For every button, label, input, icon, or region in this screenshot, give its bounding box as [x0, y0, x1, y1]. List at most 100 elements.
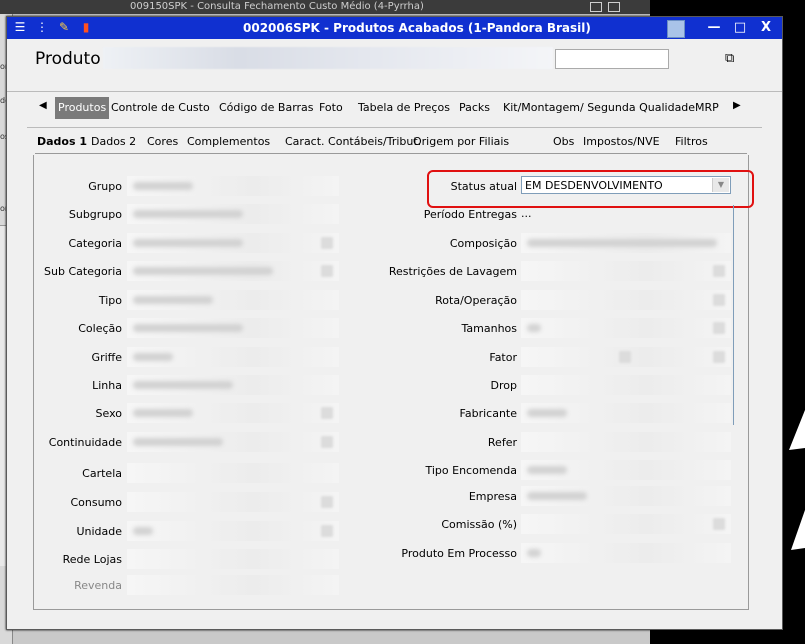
- chevron-down-icon[interactable]: ▼: [712, 178, 729, 192]
- label-comissao: Comissão (%): [441, 518, 517, 531]
- label-sub-categoria: Sub Categoria: [44, 265, 122, 278]
- window-titlebar[interactable]: ☰ ⋮ ✎ ▮ 002006SPK - Produtos Acabados (1…: [7, 17, 782, 39]
- label-rota-operacao: Rota/Operação: [435, 294, 517, 307]
- label-linha: Linha: [92, 379, 122, 392]
- categoria-field[interactable]: [127, 233, 339, 253]
- subtab-impostos-nve[interactable]: Impostos/NVE: [583, 135, 660, 148]
- maximize-button[interactable]: □: [727, 17, 753, 39]
- tamanhos-field[interactable]: [521, 318, 731, 338]
- subtab-obs[interactable]: Obs: [553, 135, 574, 148]
- rede-lojas-field[interactable]: [127, 549, 339, 569]
- label-empresa: Empresa: [468, 490, 517, 503]
- tab-foto[interactable]: Foto: [319, 97, 343, 119]
- main-tabs: ◀ Produtos Controle de Custo Código de B…: [33, 97, 753, 119]
- fator-field[interactable]: [521, 347, 731, 367]
- label-grupo: Grupo: [88, 180, 122, 193]
- tab-mrp[interactable]: MRP: [695, 97, 719, 119]
- label-restricoes-de-lavagem: Restrições de Lavagem: [388, 265, 517, 278]
- rota-operacao-field[interactable]: [521, 290, 731, 310]
- label-fabricante: Fabricante: [459, 407, 517, 420]
- tools-icon[interactable]: ✎: [57, 20, 71, 34]
- subtab-cores[interactable]: Cores: [147, 135, 178, 148]
- continuidade-field[interactable]: [127, 432, 339, 452]
- tab-codigo-de-barras[interactable]: Código de Barras: [219, 97, 314, 119]
- copy-icon[interactable]: ⧉: [725, 51, 734, 66]
- status-atual-select[interactable]: EM DESDENVOLVIMENTO ▼: [521, 176, 731, 194]
- label-status-atual: Status atual: [450, 180, 517, 193]
- unidade-field[interactable]: [127, 521, 339, 541]
- restricoes-de-lavagem-field[interactable]: [521, 261, 731, 281]
- subtab-filtros[interactable]: Filtros: [675, 135, 708, 148]
- tipo-field[interactable]: [127, 290, 339, 310]
- subtab-dados-1[interactable]: Dados 1: [37, 135, 87, 148]
- label-consumo: Consumo: [70, 496, 122, 509]
- window-title: 002006SPK - Produtos Acabados (1-Pandora…: [243, 21, 591, 35]
- tabs-divider: [27, 127, 762, 128]
- label-produto-em-processo: Produto Em Processo: [401, 547, 517, 560]
- label-subgrupo: Subgrupo: [68, 208, 122, 221]
- label-periodo-entregas: Período Entregas: [423, 208, 517, 221]
- label-tamanhos: Tamanhos: [461, 322, 518, 335]
- main-window: ☰ ⋮ ✎ ▮ 002006SPK - Produtos Acabados (1…: [6, 16, 783, 630]
- grupo-field[interactable]: [127, 176, 339, 196]
- linha-field[interactable]: [127, 375, 339, 395]
- label-revenda: Revenda: [74, 579, 122, 592]
- minimize-button[interactable]: —: [701, 17, 727, 39]
- subtabs-divider: [35, 153, 747, 154]
- background-window-title: 009150SPK - Consulta Fechamento Custo Mé…: [130, 1, 424, 12]
- refer-field[interactable]: [521, 432, 731, 452]
- tipo-encomenda-field[interactable]: [521, 460, 731, 480]
- label-drop: Drop: [490, 379, 517, 392]
- menu-icon[interactable]: ☰: [13, 20, 27, 34]
- label-griffe: Griffe: [91, 351, 122, 364]
- close-button[interactable]: X: [753, 17, 779, 39]
- colecao-field[interactable]: [127, 318, 339, 338]
- comissao-field[interactable]: [521, 514, 731, 534]
- subtab-caract-contabeis[interactable]: Caract. Contábeis/Tribut.: [285, 135, 421, 148]
- record-icon[interactable]: ▮: [79, 20, 93, 34]
- produto-extra-field[interactable]: [555, 49, 669, 69]
- drop-field[interactable]: [521, 375, 731, 395]
- background-window-titlebar: 009150SPK - Consulta Fechamento Custo Mé…: [0, 0, 650, 14]
- tabs-right-arrow-icon[interactable]: ▶: [733, 100, 741, 111]
- tab-kit-montagem[interactable]: Kit/Montagem/ Segunda Qualidade: [503, 97, 695, 119]
- tabs-left-arrow-icon[interactable]: ◀: [39, 100, 47, 111]
- white-decoration: [789, 410, 805, 550]
- tab-packs[interactable]: Packs: [459, 97, 490, 119]
- label-continuidade: Continuidade: [48, 436, 122, 449]
- produto-label: Produto: [35, 49, 101, 69]
- subtab-complementos[interactable]: Complementos: [187, 135, 270, 148]
- produto-field[interactable]: [103, 47, 553, 69]
- griffe-field[interactable]: [127, 347, 339, 367]
- consumo-field[interactable]: [127, 492, 339, 512]
- fabricante-field[interactable]: [521, 403, 731, 423]
- label-rede-lojas: Rede Lojas: [62, 553, 122, 566]
- label-sexo: Sexo: [95, 407, 122, 420]
- tree-icon[interactable]: ⋮: [35, 20, 49, 34]
- background-window-controls[interactable]: [584, 2, 620, 17]
- label-colecao: Coleção: [78, 322, 122, 335]
- sexo-field[interactable]: [127, 403, 339, 423]
- cartela-field[interactable]: [127, 463, 339, 483]
- tab-controle-de-custo[interactable]: Controle de Custo: [111, 97, 210, 119]
- label-composicao: Composição: [449, 237, 517, 250]
- label-refer: Refer: [487, 436, 517, 449]
- subgrupo-field[interactable]: [127, 204, 339, 224]
- tab-tabela-de-precos[interactable]: Tabela de Preços: [358, 97, 450, 119]
- subtab-origem-por-filiais[interactable]: Origem por Filiais: [413, 135, 509, 148]
- label-tipo: Tipo: [98, 294, 122, 307]
- field-divider: [733, 205, 734, 425]
- label-categoria: Categoria: [68, 237, 122, 250]
- tab-produtos[interactable]: Produtos: [55, 97, 110, 119]
- empresa-field[interactable]: [521, 486, 731, 506]
- document-icon[interactable]: [667, 20, 685, 38]
- status-atual-value: EM DESDENVOLVIMENTO: [525, 179, 663, 192]
- sub-categoria-field[interactable]: [127, 261, 339, 281]
- subtab-dados-2[interactable]: Dados 2: [91, 135, 136, 148]
- composicao-field[interactable]: [521, 233, 731, 253]
- sub-tabs: Dados 1 Dados 2 Cores Complementos Carac…: [37, 135, 757, 151]
- produto-em-processo-field[interactable]: [521, 543, 731, 563]
- periodo-entregas-value[interactable]: ...: [521, 207, 532, 220]
- label-unidade: Unidade: [76, 525, 122, 538]
- revenda-field[interactable]: [127, 575, 339, 595]
